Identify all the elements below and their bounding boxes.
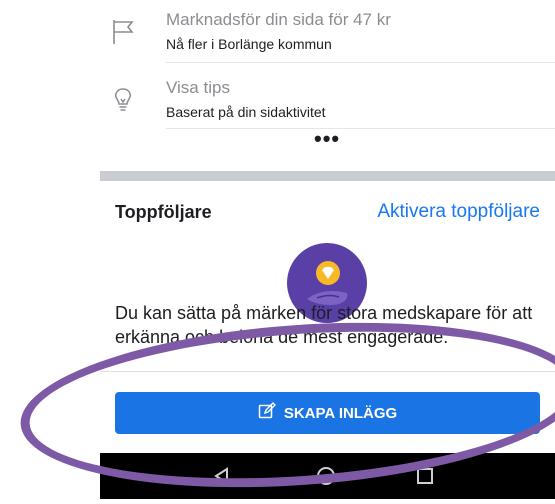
page-screen: Marknadsför din sida för 47 kr Nå fler i… <box>100 0 555 499</box>
promote-page-row[interactable]: Marknadsför din sida för 47 kr Nå fler i… <box>100 0 555 62</box>
section-separator <box>100 171 555 181</box>
lightbulb-icon <box>108 84 138 114</box>
back-icon[interactable] <box>212 466 232 491</box>
create-post-button[interactable]: SKAPA INLÄGG <box>115 392 540 434</box>
tips-title: Visa tips <box>166 78 230 97</box>
create-post-label: SKAPA INLÄGG <box>283 404 398 422</box>
recents-icon[interactable] <box>415 466 435 491</box>
edit-icon <box>258 402 276 424</box>
tips-subtitle: Baserat på din sidaktivitet <box>166 104 326 120</box>
top-fans-title: Toppföljare <box>115 202 212 222</box>
more-options-button[interactable]: ••• <box>314 128 340 150</box>
top-fans-description: Du kan sätta på märken för stora medskap… <box>115 303 533 347</box>
divider <box>166 128 555 129</box>
flag-icon <box>108 16 138 46</box>
promote-title: Marknadsför din sida för 47 kr <box>166 10 391 29</box>
show-tips-row[interactable]: Visa tips Baserat på din sidaktivitet <box>100 68 555 130</box>
home-icon[interactable] <box>316 466 336 491</box>
promote-subtitle: Nå fler i Borlänge kommun <box>166 36 332 52</box>
activate-top-fans-link[interactable]: Aktivera toppföljare <box>377 201 540 223</box>
divider <box>166 62 555 63</box>
system-navigation-bar <box>100 453 555 499</box>
